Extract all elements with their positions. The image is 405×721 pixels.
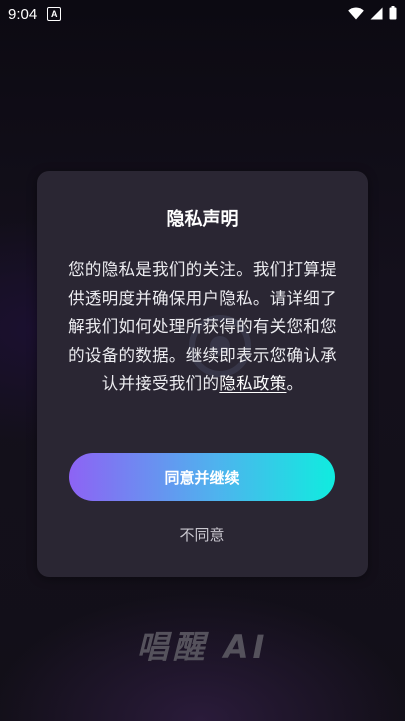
- dialog-title: 隐私声明: [166, 209, 239, 230]
- dialog-body-end: 。: [286, 374, 304, 393]
- notification-a-icon: A: [47, 7, 62, 21]
- dialog-body: 您的隐私是我们的关注。我们打算提供透明度并确保用户隐私。请详细了解我们如何处理所…: [65, 256, 340, 399]
- agree-continue-button[interactable]: 同意并继续: [69, 453, 335, 501]
- privacy-dialog: 隐私声明 您的隐私是我们的关注。我们打算提供透明度并确保用户隐私。请详细了解我们…: [37, 171, 368, 577]
- wifi-icon: [348, 5, 364, 24]
- privacy-policy-link[interactable]: 隐私政策: [219, 374, 286, 393]
- disagree-button[interactable]: 不同意: [137, 519, 267, 549]
- signal-icon: [370, 5, 383, 24]
- status-right: [348, 5, 397, 24]
- status-left: 9:04 A: [8, 5, 62, 23]
- battery-icon: [389, 5, 397, 24]
- app-logo: 唱醒 AI: [136, 628, 269, 666]
- status-bar: 9:04 A: [0, 0, 405, 28]
- status-time: 9:04: [8, 5, 38, 23]
